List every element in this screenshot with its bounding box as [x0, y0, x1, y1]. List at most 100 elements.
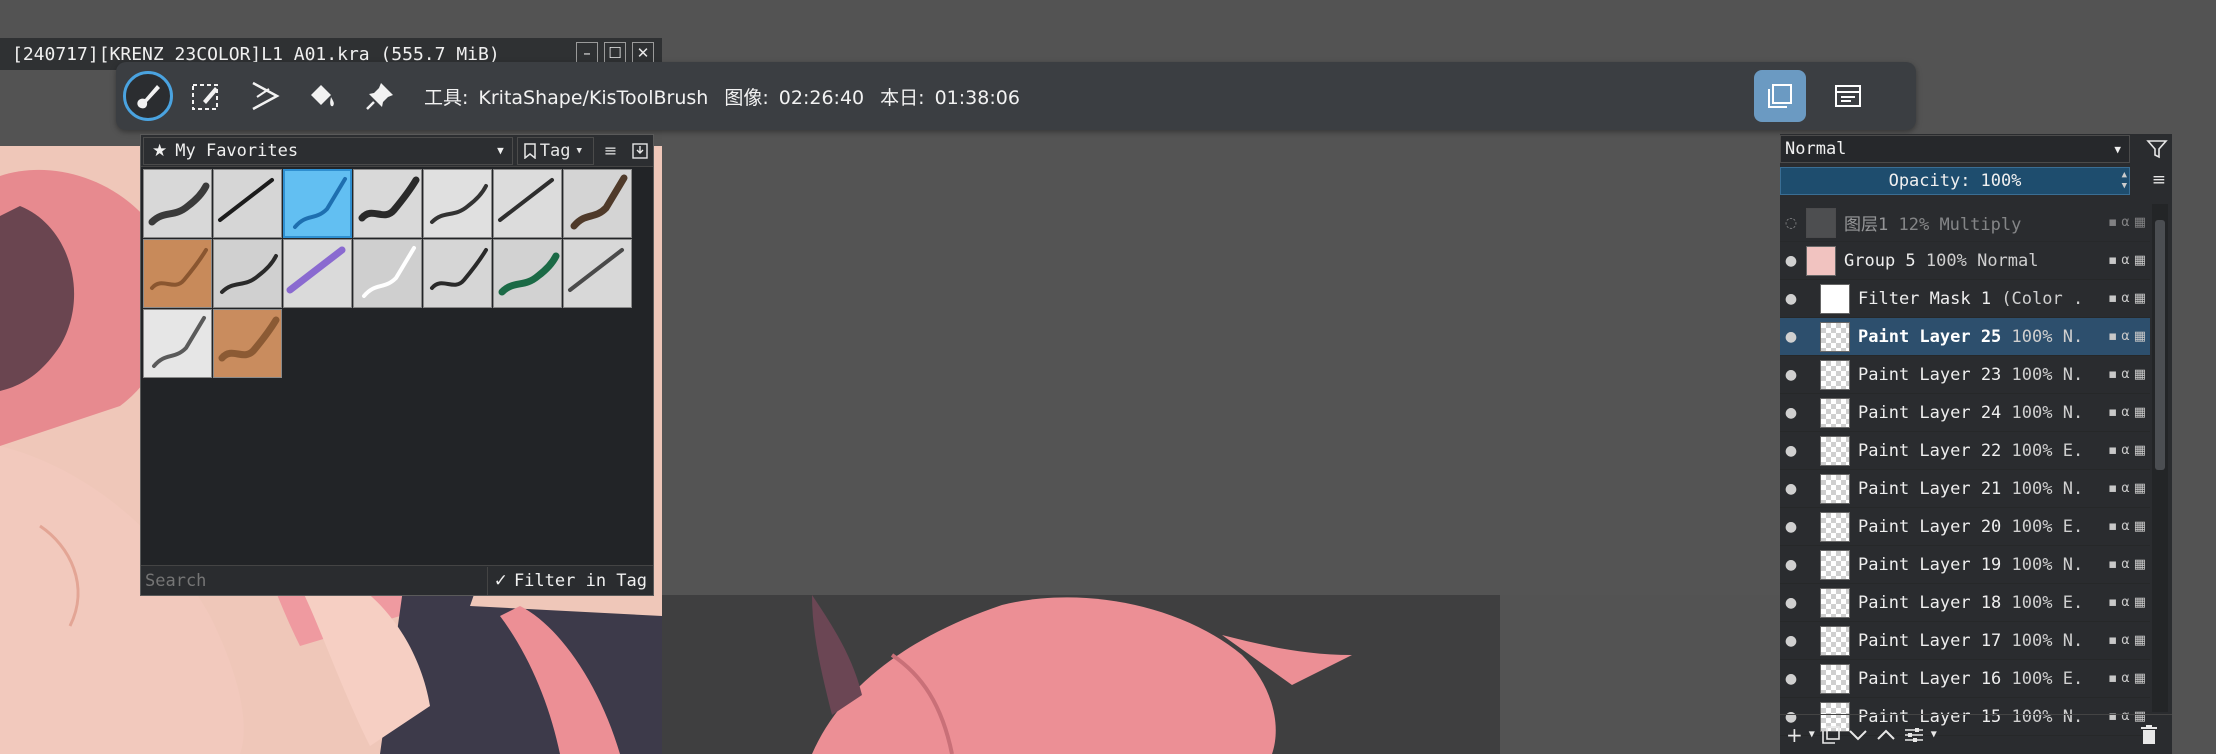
presets-import-button[interactable] [627, 137, 653, 165]
lock-icon[interactable]: ▪ [2108, 291, 2117, 306]
alpha-lock-icon[interactable]: α [2121, 329, 2130, 344]
lock-icon[interactable]: ▪ [2108, 367, 2117, 382]
brush-preset-texture-orange-2[interactable] [213, 309, 282, 378]
filter-icon[interactable] [2146, 138, 2168, 160]
lock-icon[interactable]: ▪ [2108, 481, 2117, 496]
brush-preset-texture-orange[interactable] [143, 239, 212, 308]
visibility-eye-icon[interactable]: ● [1780, 443, 1802, 459]
layer-row[interactable]: ● Paint Layer 22 100% E... ▪ α ▦ [1780, 432, 2150, 470]
inherit-alpha-icon[interactable]: ▦ [2134, 481, 2146, 496]
brush-preset-sketch-pen[interactable] [353, 169, 422, 238]
lock-icon[interactable]: ▪ [2108, 519, 2117, 534]
layer-row[interactable]: ● Filter Mask 1 (Color ... ▪ α ▦ [1780, 280, 2150, 318]
lock-icon[interactable]: ▪ [2108, 405, 2117, 420]
fill-tool-button[interactable] [296, 70, 348, 122]
blend-mode-select[interactable]: Normal ▼ [1780, 135, 2130, 163]
alpha-lock-icon[interactable]: α [2121, 253, 2130, 268]
layer-row[interactable]: ● Paint Layer 16 100% E... ▪ α ▦ [1780, 660, 2150, 698]
inherit-alpha-icon[interactable]: ▦ [2134, 633, 2146, 648]
duplicate-layer-icon[interactable] [1821, 725, 1841, 745]
canvas-artwork-preview[interactable] [662, 595, 1500, 754]
lock-icon[interactable]: ▪ [2108, 671, 2117, 686]
alpha-lock-icon[interactable]: α [2121, 215, 2130, 230]
visibility-eye-icon[interactable]: ● [1780, 481, 1802, 497]
brush-preset-pencil-brown[interactable] [563, 169, 632, 238]
layer-row[interactable]: ● Paint Layer 21 100% N... ▪ α ▦ [1780, 470, 2150, 508]
visibility-eye-icon[interactable]: ● [1780, 367, 1802, 383]
favorites-dropdown[interactable]: ★ My Favorites ▼ [143, 136, 513, 165]
pin-tool-button[interactable] [354, 70, 406, 122]
chevron-down-icon[interactable]: ▼ [1931, 729, 1937, 740]
alpha-lock-icon[interactable]: α [2121, 291, 2130, 306]
add-layer-icon[interactable]: + [1786, 723, 1803, 747]
layer-row[interactable]: ● Group 5 100% Normal ▪ α ▦ [1780, 242, 2150, 280]
spinner-arrows-icon[interactable]: ▲ ▼ [2122, 170, 2127, 192]
layer-row[interactable]: ● Paint Layer 18 100% E... ▪ α ▦ [1780, 584, 2150, 622]
lock-icon[interactable]: ▪ [2108, 253, 2117, 268]
brush-preset-grey-smudge[interactable] [563, 239, 632, 308]
layer-row[interactable]: ◌ 图层1 12% Multiply ▪ α ▦ [1780, 204, 2150, 242]
alpha-lock-icon[interactable]: α [2121, 557, 2130, 572]
alpha-lock-icon[interactable]: α [2121, 519, 2130, 534]
lock-icon[interactable]: ▪ [2108, 215, 2117, 230]
layer-row[interactable]: ● Paint Layer 19 100% N... ▪ α ▦ [1780, 546, 2150, 584]
inherit-alpha-icon[interactable]: ▦ [2134, 443, 2146, 458]
inherit-alpha-icon[interactable]: ▦ [2134, 253, 2146, 268]
inherit-alpha-icon[interactable]: ▦ [2134, 367, 2146, 382]
layer-row[interactable]: ● Paint Layer 25 100% N... ▪ α ▦ [1780, 318, 2150, 356]
visibility-eye-icon[interactable]: ◌ [1780, 215, 1802, 231]
canvas-background[interactable] [662, 130, 1782, 595]
delete-layer-icon[interactable] [2140, 724, 2158, 745]
brush-preset-blue-marker[interactable] [283, 169, 352, 238]
docker-toggle-button[interactable] [1822, 70, 1874, 122]
layers-menu-icon[interactable]: ≡ [2152, 170, 2166, 190]
inherit-alpha-icon[interactable]: ▦ [2134, 291, 2146, 306]
layer-row[interactable]: ● Paint Layer 24 100% N... ▪ α ▦ [1780, 394, 2150, 432]
layer-row[interactable]: ● Paint Layer 17 100% N... ▪ α ▦ [1780, 622, 2150, 660]
inherit-alpha-icon[interactable]: ▦ [2134, 671, 2146, 686]
layers-scrollbar[interactable] [2152, 204, 2168, 712]
canvas-only-button[interactable] [1754, 70, 1806, 122]
lock-icon[interactable]: ▪ [2108, 633, 2117, 648]
inherit-alpha-icon[interactable]: ▦ [2134, 215, 2146, 230]
move-layer-up-icon[interactable] [1875, 725, 1897, 745]
visibility-eye-icon[interactable]: ● [1780, 519, 1802, 535]
presets-menu-button[interactable]: ≡ [598, 137, 624, 165]
inherit-alpha-icon[interactable]: ▦ [2134, 557, 2146, 572]
inherit-alpha-icon[interactable]: ▦ [2134, 405, 2146, 420]
close-button[interactable]: ✕ [632, 42, 654, 64]
alpha-lock-icon[interactable]: α [2121, 671, 2130, 686]
brush-preset-watercolor-purple[interactable] [283, 239, 352, 308]
preset-search-input[interactable] [141, 566, 487, 595]
alpha-lock-icon[interactable]: α [2121, 443, 2130, 458]
brush-preset-fine-liner[interactable] [423, 169, 492, 238]
opacity-slider[interactable]: Opacity: 100% ▲ ▼ [1780, 167, 2130, 195]
brush-preset-ink-pen[interactable] [213, 169, 282, 238]
inherit-alpha-icon[interactable]: ▦ [2134, 519, 2146, 534]
minimize-button[interactable]: – [576, 42, 598, 64]
brush-preset-chemistry-flask[interactable] [423, 239, 492, 308]
visibility-eye-icon[interactable]: ● [1780, 405, 1802, 421]
visibility-eye-icon[interactable]: ● [1780, 633, 1802, 649]
maximize-button[interactable]: ☐ [604, 42, 626, 64]
visibility-eye-icon[interactable]: ● [1780, 329, 1802, 345]
visibility-eye-icon[interactable]: ● [1780, 671, 1802, 687]
layer-row[interactable]: ● Paint Layer 23 100% N... ▪ α ▦ [1780, 356, 2150, 394]
alpha-lock-icon[interactable]: α [2121, 481, 2130, 496]
edit-shapes-tool-button[interactable] [180, 70, 232, 122]
freehand-brush-tool-button[interactable] [122, 70, 174, 122]
layer-row[interactable]: ● Paint Layer 20 100% E... ▪ α ▦ [1780, 508, 2150, 546]
lock-icon[interactable]: ▪ [2108, 595, 2117, 610]
visibility-eye-icon[interactable]: ● [1780, 253, 1802, 269]
brush-preset-grey-blend[interactable] [143, 309, 212, 378]
visibility-eye-icon[interactable]: ● [1780, 595, 1802, 611]
alpha-lock-icon[interactable]: α [2121, 633, 2130, 648]
chevron-down-icon[interactable]: ▼ [1809, 729, 1815, 740]
filter-in-tag-checkbox[interactable]: ✓ Filter in Tag [486, 566, 653, 595]
brush-preset-bristle-dark[interactable] [213, 239, 282, 308]
layer-properties-icon[interactable] [1903, 725, 1925, 745]
tag-button[interactable]: Tag ▼ [516, 136, 594, 165]
inherit-alpha-icon[interactable]: ▦ [2134, 329, 2146, 344]
brush-preset-soft-white[interactable] [353, 239, 422, 308]
lock-icon[interactable]: ▪ [2108, 329, 2117, 344]
